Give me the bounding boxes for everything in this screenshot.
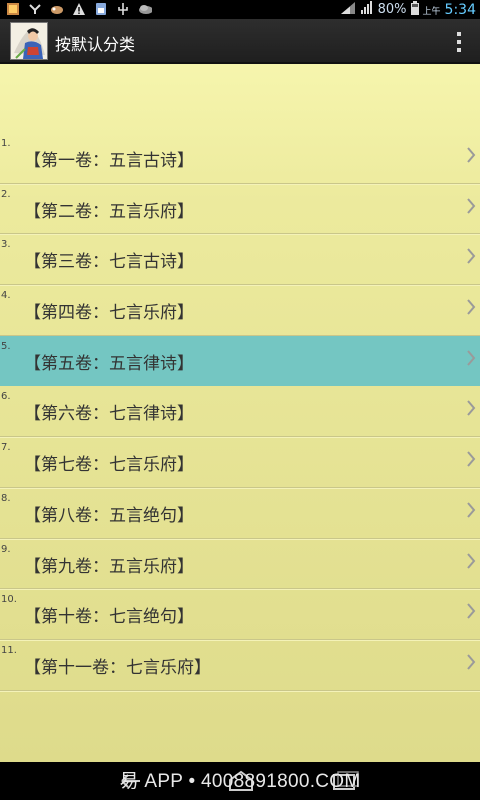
content-area: 1. 【第一卷：五言古诗】 2. 【第二卷：五言乐府】 3. 【第三卷：七言古诗】 4. 【第… — [0, 64, 480, 762]
usb-icon — [116, 2, 130, 16]
list-item-label: 【第十一卷：七言乐府】 — [24, 657, 211, 678]
list-item-label: 【第八卷：五言绝句】 — [24, 505, 194, 526]
list-item-label: 【第二卷：五言乐府】 — [24, 201, 194, 222]
page-title: 按默认分类 — [55, 35, 136, 54]
list-item-number: 3. — [1, 239, 11, 251]
chevron-right-icon — [465, 601, 477, 621]
status-bar: 80% 上午 5:34 — [0, 0, 480, 19]
chevron-right-icon — [465, 398, 477, 418]
chevron-right-icon — [465, 551, 477, 571]
list-item-number: 1. — [1, 138, 11, 149]
chevron-right-icon — [465, 652, 477, 672]
category-list: 1. 【第一卷：五言古诗】 2. 【第二卷：五言乐府】 3. 【第三卷：七言古诗】 4. 【第… — [0, 133, 480, 691]
list-item-number: 11. — [1, 644, 17, 656]
list-item[interactable]: 9. 【第九卷：五言乐府】 — [0, 539, 480, 590]
chevron-right-icon — [465, 449, 477, 469]
list-item-label: 【第一卷：五言古诗】 — [24, 151, 194, 171]
list-item[interactable]: 5. 【第五卷：五言律诗】 — [0, 335, 480, 387]
list-item-number: 10. — [1, 594, 17, 606]
battery-percent: 80% — [377, 2, 407, 17]
ampm-label: 上午 — [422, 6, 441, 17]
list-item-label: 【第十卷：七言绝句】 — [24, 607, 194, 628]
battery-icon — [410, 1, 419, 19]
list-item-label: 【第四卷：七言乐府】 — [24, 303, 194, 324]
list-item[interactable]: 8. 【第八卷：五言绝句】 — [0, 488, 480, 539]
wifi-signal-icon — [340, 1, 356, 19]
list-item-label: 【第六卷：七言律诗】 — [24, 404, 194, 425]
action-bar: 按默认分类 — [0, 19, 480, 64]
chevron-right-icon — [465, 348, 477, 368]
system-status: 80% 上午 5:34 — [340, 1, 476, 19]
list-item[interactable]: 1. 【第一卷：五言古诗】 — [0, 133, 480, 184]
list-item-number: 2. — [1, 188, 11, 200]
list-item-number: 6. — [1, 391, 11, 403]
list-item-label: 【第三卷：七言古诗】 — [24, 252, 194, 273]
list-item-label: 【第九卷：五言乐府】 — [24, 556, 194, 577]
clock-time: 5:34 — [444, 2, 476, 18]
list-item[interactable]: 4. 【第四卷：七言乐府】 — [0, 285, 480, 336]
more-vert-icon[interactable] — [454, 32, 464, 52]
sim-card-icon — [94, 2, 108, 16]
list-item[interactable]: 6. 【第六卷：七言律诗】 — [0, 386, 480, 438]
list-item-number: 9. — [1, 543, 11, 555]
list-item[interactable]: 11. 【第十一卷：七言乐府】 — [0, 640, 480, 691]
list-item-number: 7. — [1, 442, 11, 454]
list-item-label: 【第五卷：五言律诗】 — [24, 353, 194, 374]
list-item[interactable]: 7. 【第七卷：七言乐府】 — [0, 437, 480, 488]
list-item[interactable]: 3. 【第三卷：七言古诗】 — [0, 234, 480, 286]
chevron-right-icon — [465, 297, 477, 317]
warning-icon — [72, 2, 86, 16]
download-icon — [138, 2, 152, 16]
list-item[interactable]: 2. 【第二卷：五言乐府】 — [0, 184, 480, 235]
chevron-right-icon — [465, 196, 477, 216]
list-item-number: 4. — [1, 290, 11, 302]
list-item-number: 5. — [1, 340, 11, 352]
chevron-right-icon — [465, 145, 477, 165]
chevron-right-icon — [465, 246, 477, 266]
watermark-text: 易 APP • 4008891800.COM — [119, 771, 361, 792]
list-item-number: 8. — [1, 492, 11, 504]
game-icon — [50, 2, 64, 16]
notification-icons — [6, 2, 152, 16]
chevron-right-icon — [465, 500, 477, 520]
app-logo-icon[interactable] — [10, 22, 48, 60]
cell-signal-icon — [360, 1, 374, 19]
app-notification-icon — [6, 2, 20, 16]
list-item-label: 【第七卷：七言乐府】 — [24, 455, 194, 476]
usb-debug-icon — [28, 2, 42, 16]
list-item[interactable]: 10. 【第十卷：七言绝句】 — [0, 589, 480, 640]
